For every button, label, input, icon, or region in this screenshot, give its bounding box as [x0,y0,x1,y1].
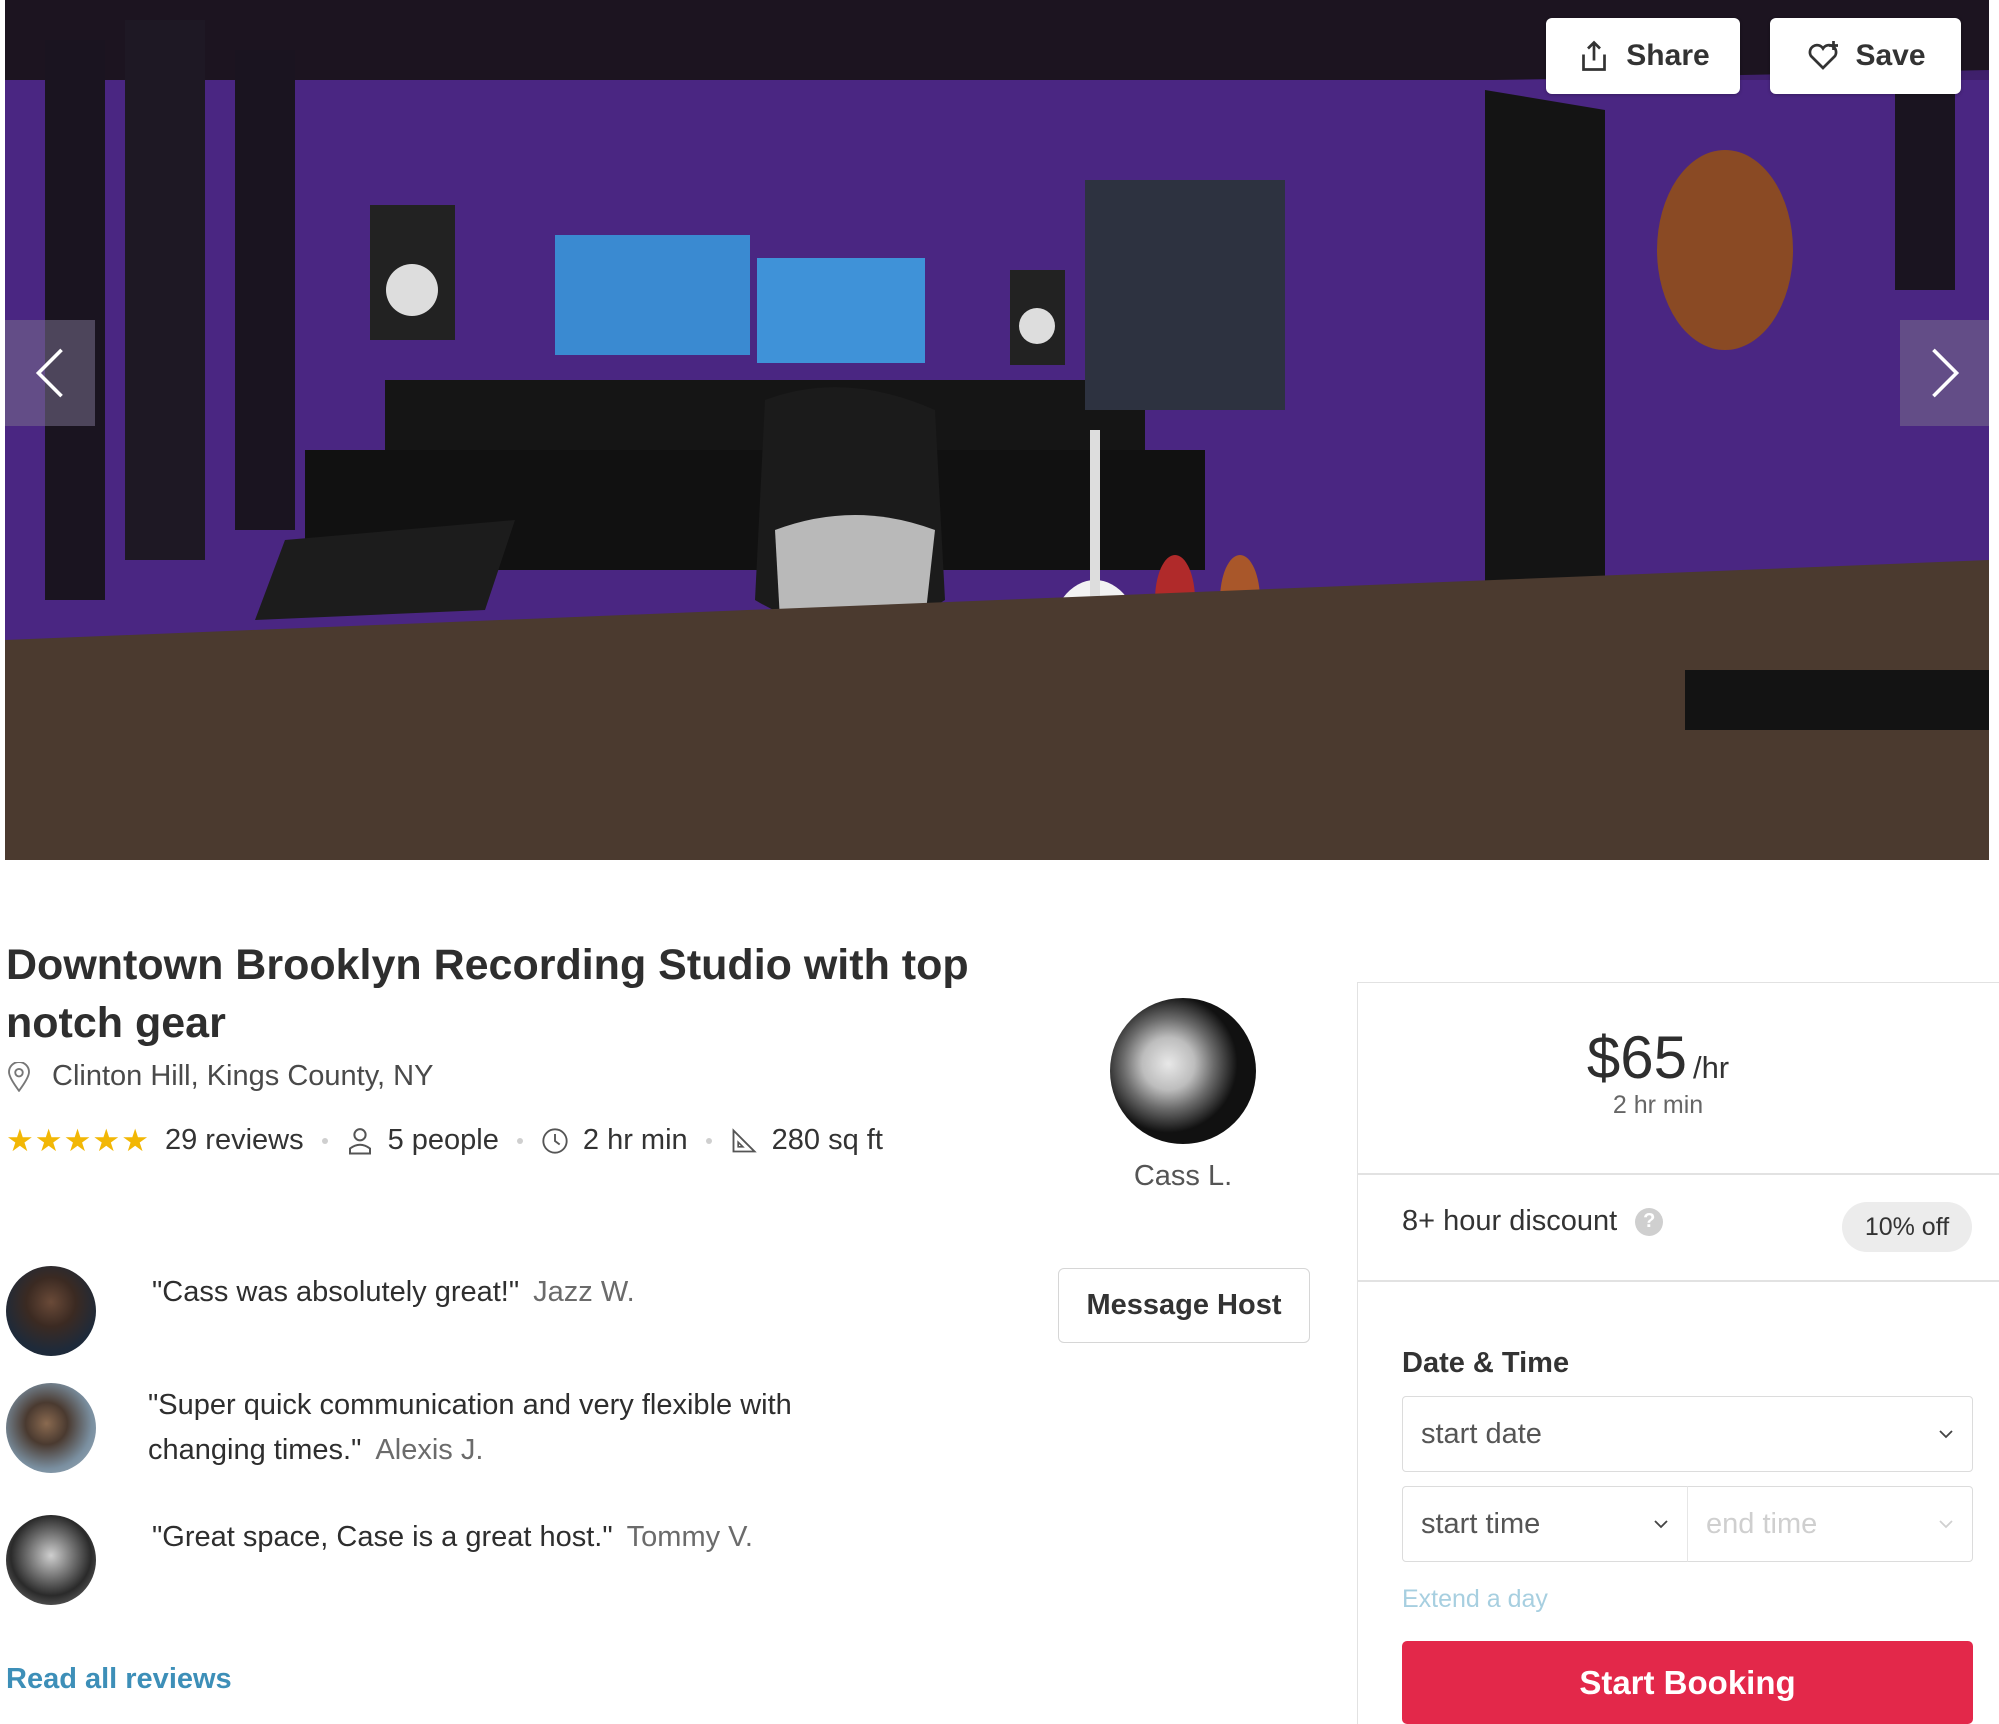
review-text: "Cass was absolutely great!" Jazz W. [152,1270,872,1356]
hero-photo[interactable]: Share Save [5,0,1989,860]
price-amount: $65 [1586,1024,1687,1091]
start-time-select[interactable]: start time [1402,1486,1688,1562]
reviewer-avatar [6,1515,96,1605]
host-name[interactable]: Cass L. [1110,1160,1256,1193]
share-icon [1582,40,1607,71]
star-icon: ★ [63,1123,92,1158]
heart-plus-icon [1809,41,1839,70]
separator-dot [321,1137,328,1144]
extend-day-link[interactable]: Extend a day [1402,1585,1548,1614]
clock-icon [542,1127,568,1154]
share-button[interactable]: Share [1546,18,1740,94]
min-hours-text: 2 hr min [582,1124,688,1156]
separator-dot [705,1137,712,1144]
start-date-select[interactable]: start date [1402,1396,1973,1472]
start-time-placeholder: start time [1421,1507,1541,1540]
end-time-placeholder: end time [1706,1507,1818,1540]
reviewer-avatar [6,1383,96,1473]
separator-dot [516,1137,523,1144]
star-icon: ★ [6,1123,34,1158]
star-icon: ★ [34,1123,63,1158]
listing-stats: ★ ★ ★ ★ ★ 29 reviews 5 people 2 hr min 2… [6,1124,883,1157]
ruler-triangle-icon [732,1127,757,1152]
host-avatar[interactable] [1110,998,1256,1144]
location-text: Clinton Hill, Kings County, NY [52,1060,434,1092]
discount-badge: 10% off [1842,1202,1972,1252]
review-quote: "Great space, Case is a great host." [152,1521,613,1553]
reviewer-avatar [6,1266,96,1356]
chevron-right-icon [1932,348,1960,398]
map-pin-icon [8,1061,30,1092]
person-icon [348,1127,371,1154]
divider [1358,1173,1999,1175]
share-label: Share [1626,39,1710,72]
chevron-down-icon [1939,1520,1953,1529]
start-date-placeholder: start date [1421,1417,1542,1450]
date-time-label: Date & Time [1402,1347,1570,1379]
area-stat: 280 sq ft [730,1124,883,1157]
divider [1358,1280,1999,1282]
help-icon[interactable]: ? [1635,1207,1664,1236]
studio-photo [5,0,1989,860]
end-time-select[interactable]: end time [1687,1486,1973,1562]
previous-photo-button[interactable] [5,320,95,426]
area-text: 280 sq ft [771,1124,883,1156]
start-booking-button[interactable]: Start Booking [1402,1641,1973,1724]
review-quote: "Cass was absolutely great!" [152,1276,520,1308]
chevron-left-icon [35,348,63,398]
review-text: "Great space, Case is a great host." Tomm… [152,1515,872,1605]
review-item: "Super quick communication and very flex… [6,1383,868,1473]
listing-location: Clinton Hill, Kings County, NY [6,1060,433,1093]
min-hours-stat: 2 hr min [541,1124,688,1157]
review-author: Tommy V. [626,1521,753,1553]
price-min-hours: 2 hr min [1612,1091,1704,1119]
discount-row: 8+ hour discount ? [1402,1205,1664,1238]
chevron-down-icon [1939,1430,1953,1439]
message-host-button[interactable]: Message Host [1058,1268,1310,1343]
price-unit: /hr [1692,1050,1730,1085]
review-text: "Super quick communication and very flex… [148,1383,868,1473]
review-author: Jazz W. [533,1276,635,1308]
listing-title: Downtown Brooklyn Recording Studio with … [6,941,969,1047]
reviews-count[interactable]: 29 reviews [165,1124,304,1157]
next-photo-button[interactable] [1900,320,1989,426]
save-label: Save [1855,39,1926,72]
review-item: "Great space, Case is a great host." Tomm… [6,1515,872,1605]
star-icon: ★ [92,1123,121,1158]
save-button[interactable]: Save [1770,18,1961,94]
booking-card: $65/hr 2 hr min 8+ hour discount ? 10% o… [1357,982,1999,1724]
capacity-text: 5 people [387,1124,499,1156]
discount-label: 8+ hour discount [1402,1205,1618,1237]
capacity-stat: 5 people [346,1124,499,1157]
review-author: Alexis J. [375,1434,484,1466]
star-icon: ★ [121,1123,149,1158]
rating-stars: ★ ★ ★ ★ ★ [6,1125,149,1156]
review-item: "Cass was absolutely great!" Jazz W. [6,1266,872,1356]
read-all-reviews-link[interactable]: Read all reviews [6,1663,232,1696]
price: $65/hr [1358,1023,1958,1092]
chevron-down-icon [1654,1520,1668,1529]
